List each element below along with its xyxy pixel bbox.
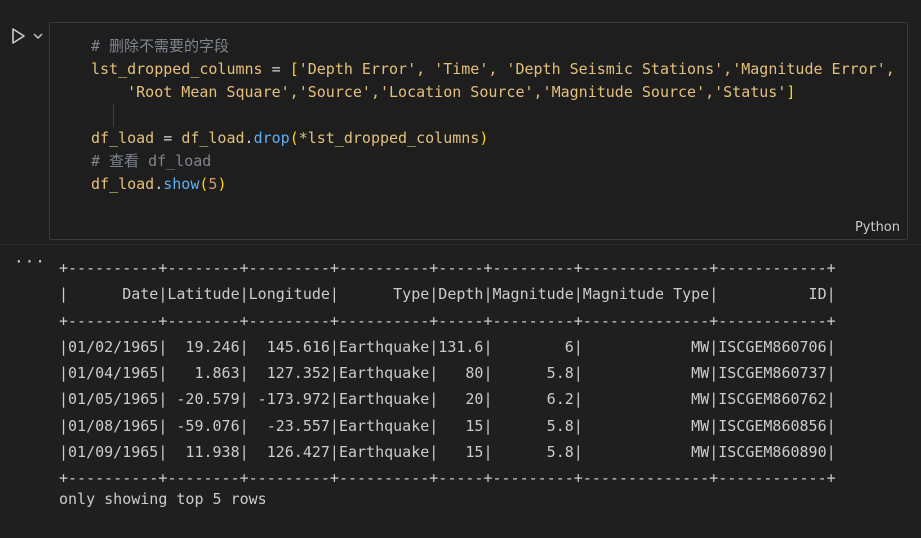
- table-row: |01/02/1965| 19.246| 145.616|Earthquake|…: [59, 337, 836, 356]
- language-badge[interactable]: Python: [855, 220, 900, 235]
- code-strings: 'Depth Error', 'Time', 'Depth Seismic St…: [298, 60, 895, 78]
- output-footer-note: only showing top 5 rows: [59, 490, 267, 508]
- code-dot: .: [154, 175, 164, 193]
- code-variable: df_load: [91, 129, 155, 147]
- code-line: # 查看 df_load: [91, 150, 895, 173]
- table-border: +----------+--------+---------+---------…: [59, 259, 836, 277]
- code-function: drop: [253, 129, 290, 147]
- output-table: +----------+--------+---------+---------…: [59, 255, 836, 492]
- table-row: |01/08/1965| -59.076| -23.557|Earthquake…: [59, 416, 836, 435]
- code-object: df_load: [91, 175, 155, 193]
- code-operator: =: [262, 60, 290, 78]
- code-comment: # 查看 df_load: [91, 152, 212, 170]
- code-line: 'Root Mean Square','Source','Location So…: [91, 81, 895, 104]
- code-line: lst_dropped_columns = ['Depth Error', 'T…: [91, 58, 895, 81]
- table-row: |01/09/1965| 11.938| 126.427|Earthquake|…: [59, 443, 836, 462]
- chevron-down-icon[interactable]: [31, 29, 45, 43]
- table-header: | Date|Latitude|Longitude| Type|Depth|Ma…: [59, 285, 836, 304]
- code-function: show: [163, 175, 200, 193]
- code-dot: .: [244, 129, 254, 147]
- code-variable: lst_dropped_columns: [91, 60, 263, 78]
- play-icon[interactable]: [10, 27, 26, 45]
- code-line: df_load.show(5): [91, 173, 895, 196]
- table-row: |01/05/1965| -20.579| -173.972|Earthquak…: [59, 390, 836, 409]
- cell-output-divider: [0, 244, 921, 245]
- table-border: +----------+--------+---------+---------…: [59, 469, 836, 488]
- code-bracket: [: [289, 60, 299, 78]
- code-bracket: ]: [786, 83, 796, 101]
- code-line: df_load = df_load.drop(*lst_dropped_colu…: [91, 127, 895, 150]
- code-paren: ): [479, 129, 489, 147]
- notebook-cell: # 删除不需要的字段 lst_dropped_columns = ['Depth …: [0, 0, 921, 538]
- table-row: |01/04/1965| 1.863| 127.352|Earthquake| …: [59, 364, 836, 383]
- table-border: +----------+--------+---------+---------…: [59, 311, 836, 330]
- code-comment: # 删除不需要的字段: [91, 37, 230, 55]
- code-strings: 'Root Mean Square','Source','Location So…: [127, 83, 787, 101]
- code-line: # 删除不需要的字段: [91, 35, 895, 58]
- code-paren: (: [289, 129, 299, 147]
- run-cell-button[interactable]: [10, 26, 46, 46]
- code-object: df_load: [181, 129, 245, 147]
- code-editor[interactable]: # 删除不需要的字段 lst_dropped_columns = ['Depth …: [49, 22, 908, 240]
- code-paren: ): [217, 175, 227, 193]
- output-menu-button[interactable]: ···: [14, 252, 46, 271]
- code-operator: =: [154, 129, 182, 147]
- code-block[interactable]: # 删除不需要的字段 lst_dropped_columns = ['Depth …: [91, 35, 895, 196]
- code-argument: *lst_dropped_columns: [298, 129, 480, 147]
